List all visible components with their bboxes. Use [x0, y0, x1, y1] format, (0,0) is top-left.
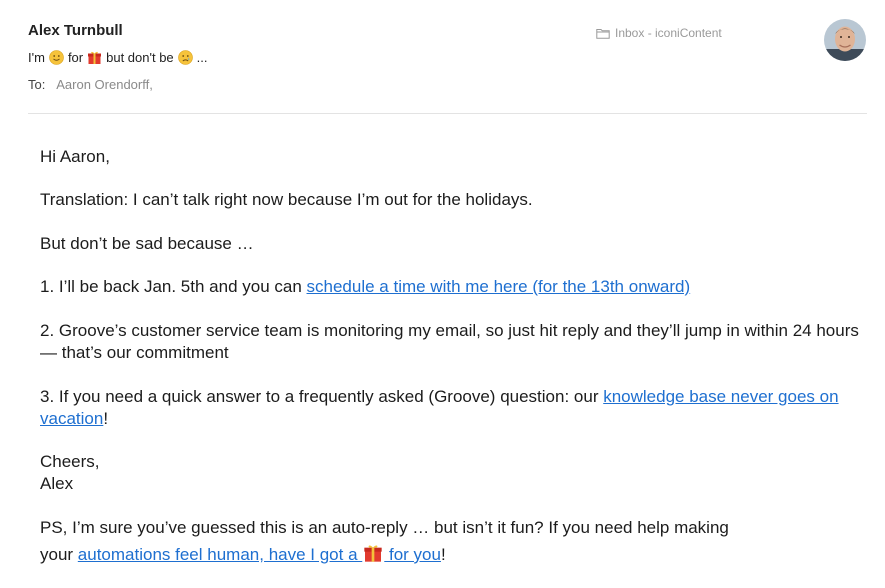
ps-line-2-text: your — [40, 545, 78, 564]
to-label: To: — [28, 77, 46, 92]
gift-icon — [363, 543, 383, 563]
point-3-paragraph: 3. If you need a quick answer to a frequ… — [40, 386, 855, 430]
automations-link[interactable]: automations feel human, have I got a for… — [78, 545, 441, 564]
ps-line-2: your automations feel human, have I got … — [40, 543, 446, 566]
point-2-paragraph: 2. Groove’s customer service team is mon… — [40, 321, 859, 362]
mailbox-indicator[interactable]: Inbox - iconiContent — [596, 26, 722, 40]
sender-name[interactable]: Alex Turnbull — [28, 22, 123, 39]
signoff: Cheers, — [40, 452, 100, 471]
schedule-link[interactable]: schedule a time with me here (for the 13… — [307, 277, 691, 296]
point-1-paragraph: 1. I’ll be back Jan. 5th and you can sch… — [40, 276, 690, 298]
subject-text-2: for — [67, 50, 84, 65]
greeting: Hi Aaron, — [40, 147, 110, 166]
translation-paragraph: Translation: I can’t talk right now beca… — [40, 190, 533, 209]
subject-text-3: but don't be — [106, 50, 174, 65]
recipients-line: To: Aaron Orendorff, — [28, 77, 153, 92]
point-1-text: 1. I’ll be back Jan. 5th and you can — [40, 277, 307, 296]
not-sad-paragraph: But don’t be sad because … — [40, 234, 254, 253]
recipient-name[interactable]: Aaron Orendorff, — [56, 77, 153, 92]
email-subject: I'm for but don't be ... — [28, 50, 208, 65]
email-header: Alex Turnbull I'm for but don't be ... T… — [28, 18, 867, 114]
automations-link-text-1: automations feel human, have I got a — [77, 545, 363, 564]
smiling-face-icon — [49, 50, 64, 65]
ps-end: ! — [440, 545, 446, 564]
gift-icon — [87, 50, 102, 65]
signature: Alex — [40, 474, 74, 493]
point-3-text: 3. If you need a quick answer to a frequ… — [40, 387, 604, 406]
avatar[interactable] — [824, 19, 866, 61]
sad-face-icon — [177, 50, 193, 65]
ps-line-1: PS, I’m sure you’ve guessed this is an a… — [40, 518, 729, 537]
subject-text-4: ... — [196, 50, 208, 65]
automations-link-text-2: for you — [384, 545, 441, 564]
mailbox-label: Inbox - iconiContent — [615, 26, 722, 40]
point-3-end: ! — [103, 409, 109, 428]
subject-text-1: I'm — [28, 50, 45, 65]
folder-icon — [596, 28, 610, 39]
header-divider — [28, 113, 867, 114]
